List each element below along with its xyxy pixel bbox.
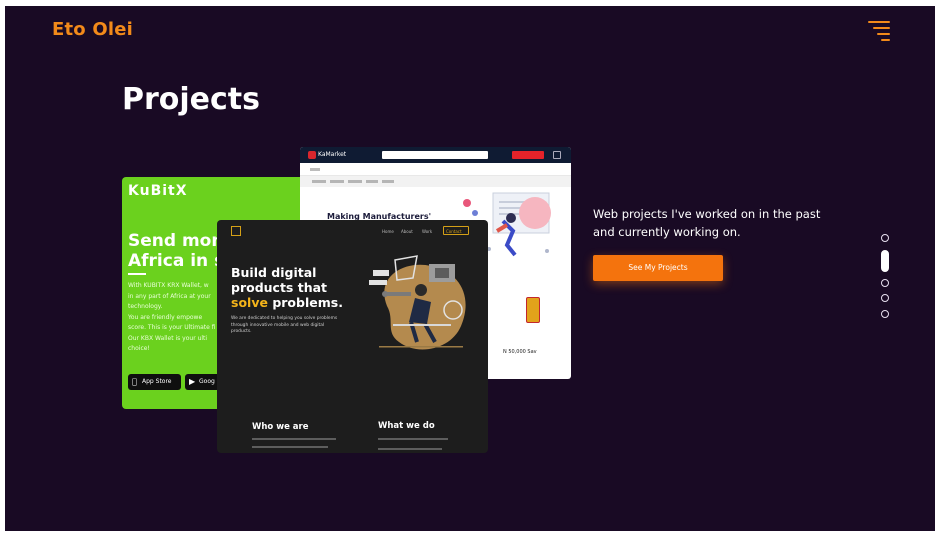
- shop-search-input: [382, 151, 488, 159]
- page-title: Projects: [122, 82, 261, 117]
- dark-nav-about: About: [401, 229, 413, 234]
- shop-nav: [300, 163, 571, 176]
- page-background: Eto Olei Projects KuBitX Send mon Africa…: [5, 6, 935, 531]
- shop-product-price: N 50,000 Sav: [503, 349, 537, 355]
- dark-section-what-we-do: What we do: [378, 421, 435, 431]
- projects-description: Web projects I've worked on in the past …: [593, 207, 821, 239]
- carousel-dot-2-active[interactable]: [881, 249, 889, 272]
- hamburger-menu-icon[interactable]: [866, 21, 890, 42]
- dark-site-logo: [231, 226, 241, 236]
- shop-search-button: [512, 151, 544, 159]
- dark-nav-work: Work: [422, 229, 433, 234]
- carousel-dot-4[interactable]: [881, 294, 889, 302]
- shop-topbar: KaMarket: [300, 147, 571, 163]
- kubitx-divider: [128, 273, 146, 275]
- carousel-pagination: [880, 234, 890, 325]
- shop-categories: [300, 176, 571, 187]
- apple-icon: : [132, 377, 137, 387]
- app-store-button[interactable]:  App Store: [128, 374, 181, 390]
- dark-site-headline: Build digital products that solve proble…: [231, 265, 343, 310]
- shop-brand: KaMarket: [308, 150, 346, 160]
- cart-icon: [553, 151, 561, 159]
- see-my-projects-button[interactable]: See My Projects: [593, 255, 723, 281]
- dark-nav-home: Home: [382, 229, 394, 234]
- project-card-dark-site[interactable]: Home About Work Contact Build digital pr…: [217, 220, 488, 453]
- dark-section-who-we-are: Who we are: [252, 422, 309, 432]
- carousel-dot-1[interactable]: [881, 234, 889, 242]
- carousel-dot-3[interactable]: [881, 278, 889, 287]
- kubitx-headline: Send mon Africa in s: [128, 231, 225, 271]
- dark-site-subtext: We are dedicated to helping you solve pr…: [231, 316, 338, 334]
- dark-site-illustration: [369, 255, 466, 350]
- site-logo[interactable]: Eto Olei: [52, 19, 133, 40]
- dark-nav-contact: Contact: [446, 229, 462, 234]
- shop-product-image: [526, 297, 540, 323]
- kubitx-logo: KuBitX: [128, 183, 188, 199]
- carousel-dot-5[interactable]: [881, 309, 889, 318]
- play-store-icon: ▶: [189, 377, 196, 386]
